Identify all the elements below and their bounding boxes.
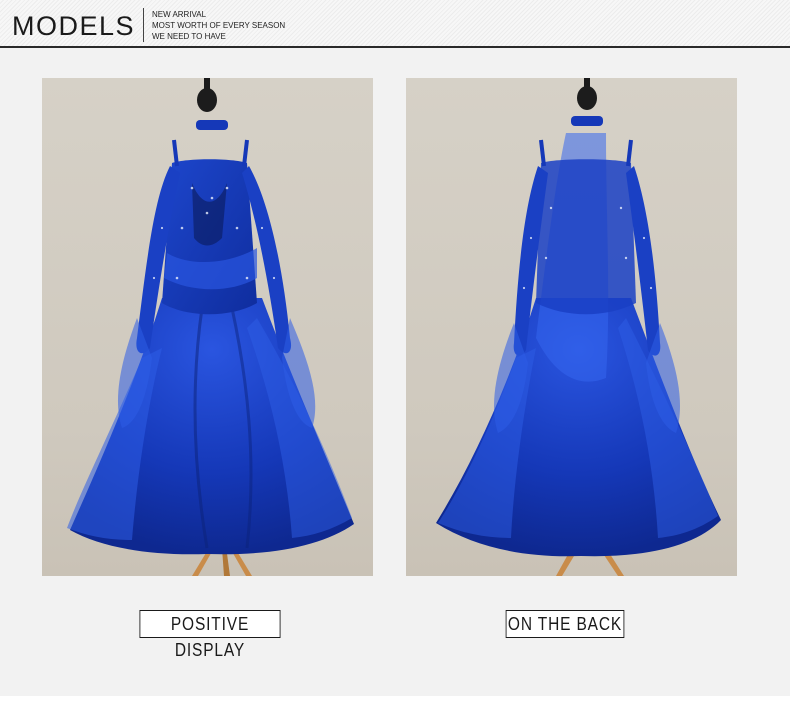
tagline-3: WE NEED TO HAVE [152, 32, 226, 41]
header-divider [143, 8, 144, 42]
caption-positive-display: POSITIVE DISPLAY [139, 610, 281, 660]
tagline-1: NEW ARRIVAL [152, 10, 207, 19]
dress-front-photo [42, 78, 373, 576]
section-title: MODELS [12, 11, 136, 41]
bottom-strip [0, 696, 790, 703]
caption-on-the-back: ON THE BACK [505, 610, 625, 638]
dress-back-photo [406, 78, 737, 576]
header-banner: MODELS NEW ARRIVAL MOST WORTH OF EVERY S… [0, 0, 790, 48]
dress-back-illustration [436, 78, 721, 576]
dress-front-illustration [67, 78, 354, 576]
tagline-2: MOST WORTH OF EVERY SEASON [152, 21, 286, 30]
header-taglines: NEW ARRIVAL MOST WORTH OF EVERY SEASON W… [152, 9, 285, 42]
models-gallery: POSITIVE DISPLAY ON THE BACK [0, 48, 790, 696]
